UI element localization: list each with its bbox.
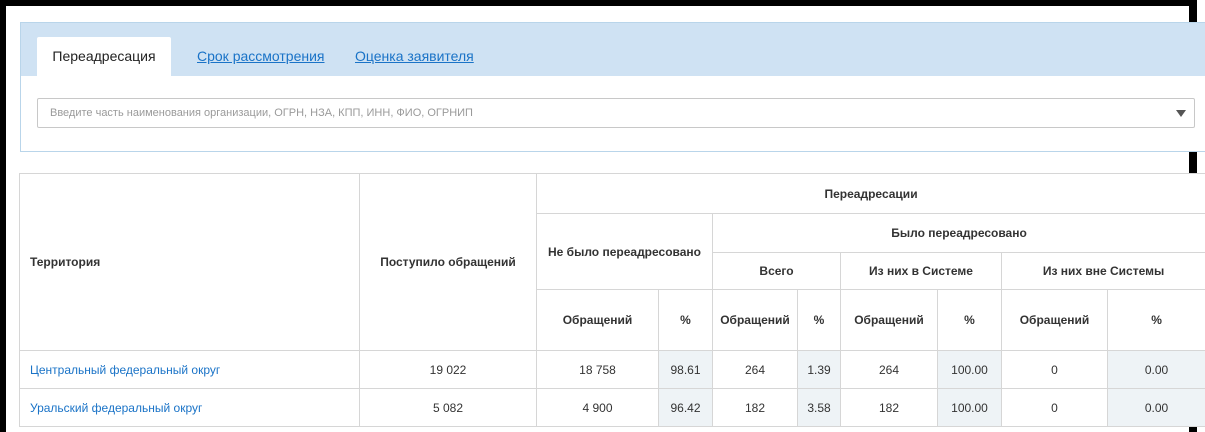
- header-redirects: Переадресации: [535, 173, 1205, 214]
- outside-pct-cell: 0.00: [1106, 350, 1205, 389]
- table-row: Центральный федеральный округ 19 022 18 …: [19, 350, 1205, 389]
- in-system-pct-cell: 100.00: [937, 388, 1002, 427]
- received-cell: 19 022: [359, 350, 537, 389]
- total-count-cell: 182: [712, 388, 798, 427]
- not-redirected-count-cell: 4 900: [536, 388, 659, 427]
- territory-link[interactable]: Центральный федеральный округ: [30, 363, 220, 377]
- received-cell: 5 082: [359, 388, 537, 427]
- header-percent: %: [937, 289, 1002, 351]
- not-redirected-count-cell: 18 758: [536, 350, 659, 389]
- header-outside-system: Из них вне Системы: [1000, 252, 1205, 290]
- total-count-cell: 264: [712, 350, 798, 389]
- in-system-count-cell: 264: [840, 350, 938, 389]
- header-requests: Обращений: [1001, 289, 1108, 351]
- header-requests: Обращений: [536, 289, 659, 351]
- tab-bar: Переадресация Срок рассмотрения Оценка з…: [21, 23, 1205, 76]
- not-redirected-pct-cell: 98.61: [658, 350, 713, 389]
- territory-cell: Уральский федеральный округ: [19, 388, 360, 427]
- header-was-redirected: Было переадресовано: [711, 213, 1205, 253]
- header-received: Поступило обращений: [359, 173, 537, 351]
- territory-cell: Центральный федеральный округ: [19, 350, 360, 389]
- header-requests: Обращений: [840, 289, 938, 351]
- header-percent: %: [658, 289, 713, 351]
- total-pct-cell: 3.58: [797, 388, 841, 427]
- search-input[interactable]: [38, 99, 1150, 127]
- table-row: Уральский федеральный округ 5 082 4 900 …: [19, 388, 1205, 427]
- tab-applicant-rating[interactable]: Оценка заявителя: [355, 37, 474, 76]
- filter-panel: Переадресация Срок рассмотрения Оценка з…: [20, 22, 1205, 152]
- header-total: Всего: [712, 252, 841, 290]
- total-pct-cell: 1.39: [797, 350, 841, 389]
- outside-count-cell: 0: [1001, 388, 1108, 427]
- outside-count-cell: 0: [1001, 350, 1108, 389]
- header-territory: Территория: [19, 173, 360, 351]
- header-percent: %: [1106, 289, 1205, 351]
- outside-pct-cell: 0.00: [1106, 388, 1205, 427]
- in-system-count-cell: 182: [840, 388, 938, 427]
- header-percent: %: [797, 289, 841, 351]
- redirection-table: Территория Поступило обращений Переадрес…: [19, 173, 1205, 427]
- tab-review-period[interactable]: Срок рассмотрения: [197, 37, 325, 76]
- chevron-down-icon[interactable]: [1176, 110, 1186, 117]
- in-system-pct-cell: 100.00: [937, 350, 1002, 389]
- header-in-system: Из них в Системе: [840, 252, 1002, 290]
- organization-search-select[interactable]: [37, 98, 1195, 128]
- tab-redirection[interactable]: Переадресация: [37, 37, 171, 76]
- header-requests: Обращений: [712, 289, 798, 351]
- not-redirected-pct-cell: 96.42: [658, 388, 713, 427]
- territory-link[interactable]: Уральский федеральный округ: [30, 401, 202, 415]
- header-not-redirected: Не было переадресовано: [536, 213, 713, 290]
